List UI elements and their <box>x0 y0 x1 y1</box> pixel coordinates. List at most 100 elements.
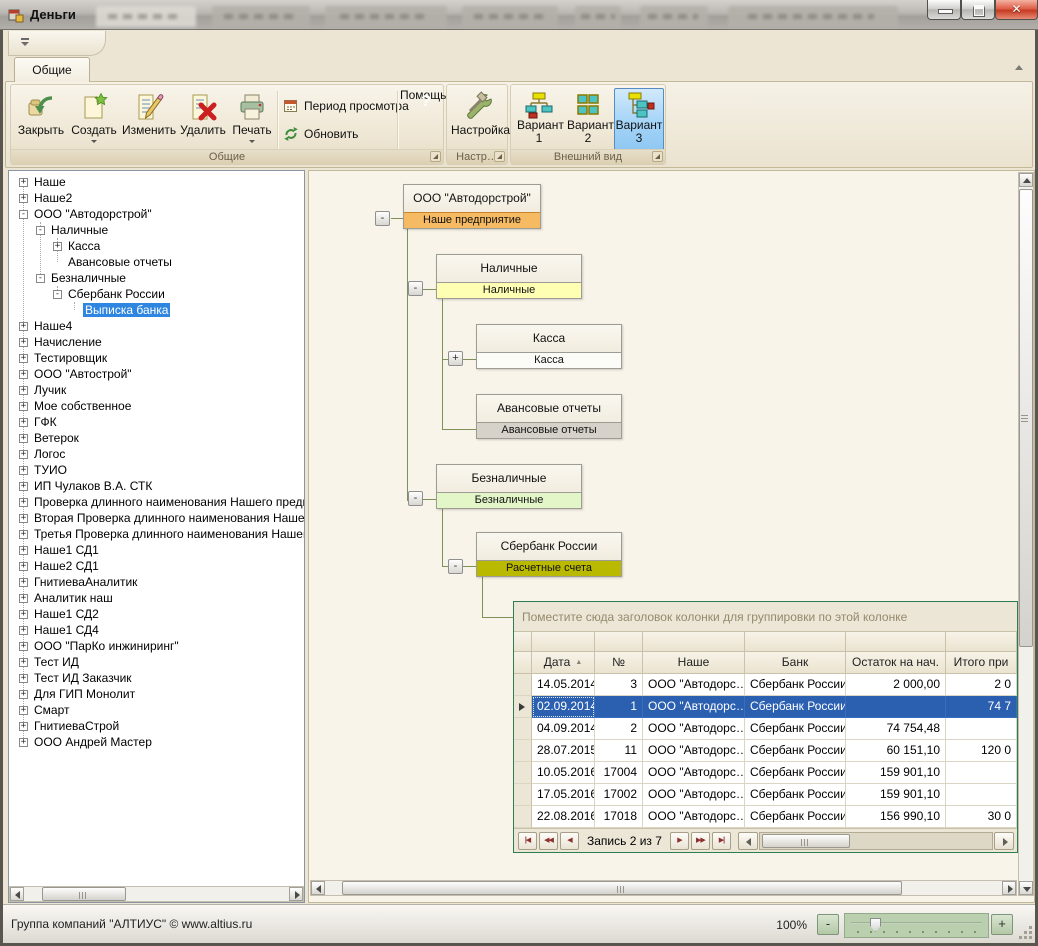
settings-button[interactable]: Настройка <box>450 88 506 150</box>
scroll-left-icon[interactable] <box>311 881 325 895</box>
grid-row[interactable]: 04.09.20142ООО "Автодорс…Сбербанк России… <box>514 718 1017 740</box>
tree-item[interactable]: -Наличные <box>9 222 110 238</box>
diagram-node-advance-reports[interactable]: Авансовые отчеты Авансовые отчеты <box>476 394 622 439</box>
node-expand-button[interactable]: + <box>448 351 463 366</box>
tree-item[interactable]: +ООО Андрей Мастер <box>9 734 154 750</box>
scroll-right-icon[interactable] <box>994 832 1014 850</box>
tree-item[interactable]: +Лучик <box>9 382 68 398</box>
tree-item[interactable]: +ГнитиеваАналитик <box>9 574 139 590</box>
scroll-right-icon[interactable] <box>289 887 303 901</box>
tree-expand-icon[interactable]: + <box>19 562 28 571</box>
column-header-bank[interactable]: Банк <box>745 652 846 674</box>
tree-expand-icon[interactable]: + <box>19 178 28 187</box>
ribbon-tab-general[interactable]: Общие <box>14 57 90 82</box>
tree-expand-icon[interactable]: + <box>19 626 28 635</box>
next-record-button[interactable]: ▶ <box>670 832 689 850</box>
tree-horizontal-scrollbar[interactable] <box>9 886 304 902</box>
diagram-node-cash[interactable]: Наличные Наличные <box>436 254 582 299</box>
grid-row[interactable]: 17.05.201617002ООО "Автодорс…Сбербанк Ро… <box>514 784 1017 806</box>
diagram-node-kassa[interactable]: Касса Касса <box>476 324 622 369</box>
diagram-node-sberbank[interactable]: Сбербанк России Расчетные счета <box>476 532 622 577</box>
tree-expand-icon[interactable]: + <box>19 370 28 379</box>
restore-button[interactable] <box>961 0 995 20</box>
tree-item[interactable]: +Начисление <box>9 334 104 350</box>
node-collapse-button[interactable]: - <box>408 491 423 506</box>
tree-item[interactable]: +Тест ИД <box>9 654 81 670</box>
scroll-up-icon[interactable] <box>1019 173 1033 187</box>
tree-item[interactable]: +Наше <box>9 174 68 190</box>
dialog-launcher-icon[interactable] <box>652 151 663 162</box>
scrollbar-thumb[interactable] <box>1019 189 1033 647</box>
tree-item[interactable]: +ТУИО <box>9 462 69 478</box>
tree-item[interactable]: +Проверка длинного наименования Нашего п… <box>9 494 305 510</box>
node-collapse-button[interactable]: - <box>448 559 463 574</box>
scrollbar-thumb[interactable] <box>342 881 902 895</box>
tree-item[interactable]: +Наше2 СД1 <box>9 558 101 574</box>
tree-item[interactable]: +ООО "ПарКо инжиниринг" <box>9 638 181 654</box>
tree-expand-icon[interactable]: + <box>19 194 28 203</box>
node-collapse-button[interactable]: - <box>375 211 390 226</box>
tree-item[interactable]: +Смарт <box>9 702 72 718</box>
resize-grip[interactable] <box>1018 925 1032 939</box>
tree-expand-icon[interactable]: + <box>19 658 28 667</box>
zoom-slider-thumb[interactable] <box>870 918 881 932</box>
print-button[interactable]: Печать <box>229 88 275 150</box>
tree-expand-icon[interactable]: + <box>19 674 28 683</box>
tree-expand-icon[interactable]: - <box>36 226 45 235</box>
tree-item[interactable]: +ООО "Автострой" <box>9 366 134 382</box>
tree-item[interactable]: +ИП Чулаков В.А. СТК <box>9 478 154 494</box>
scroll-down-icon[interactable] <box>1019 881 1033 895</box>
tree-expand-icon[interactable]: + <box>19 386 28 395</box>
tree-expand-icon[interactable]: - <box>53 290 62 299</box>
tree-expand-icon[interactable]: + <box>19 642 28 651</box>
background-tab[interactable] <box>728 6 898 27</box>
help-button[interactable]: Помощь <box>399 88 443 150</box>
tree-expand-icon[interactable]: + <box>19 530 28 539</box>
tree-expand-icon[interactable]: + <box>19 610 28 619</box>
grid-row-selected[interactable]: 02.09.20141ООО "Автодорс…Сбербанк России… <box>514 696 1017 718</box>
tree-item-selected[interactable]: Выписка банка <box>9 302 170 318</box>
create-button[interactable]: Создать <box>69 88 119 150</box>
refresh-button[interactable]: Обновить <box>283 123 358 145</box>
tree-expand-icon[interactable]: + <box>19 322 28 331</box>
background-tab[interactable] <box>325 6 447 27</box>
tree-item[interactable]: +Аналитик наш <box>9 590 115 606</box>
tree-expand-icon[interactable]: + <box>19 738 28 747</box>
scrollbar-thumb[interactable] <box>42 887 126 901</box>
tree-item[interactable]: +Мое собственное <box>9 398 133 414</box>
tree-item[interactable]: +Тестировщик <box>9 350 109 366</box>
variant-2-button[interactable]: Вариант 2 <box>566 88 610 150</box>
tree-item[interactable]: +Третья Проверка длинного наименования Н… <box>9 526 305 542</box>
tree-item[interactable]: +Вторая Проверка длинного наименования Н… <box>9 510 305 526</box>
minimize-button[interactable] <box>927 0 961 20</box>
tree-item[interactable]: +ГнитиеваСтрой <box>9 718 121 734</box>
zoom-in-button[interactable]: + <box>991 914 1013 935</box>
tree-item[interactable]: Авансовые отчеты <box>9 254 174 270</box>
tree-expand-icon[interactable]: + <box>19 578 28 587</box>
qat-customize-chevron-icon[interactable] <box>20 38 30 49</box>
close-button[interactable]: Закрыть <box>15 88 67 150</box>
tree-expand-icon[interactable]: - <box>36 274 45 283</box>
dialog-launcher-icon[interactable] <box>494 151 505 162</box>
background-tab[interactable] <box>96 6 196 27</box>
tree-expand-icon[interactable]: + <box>19 722 28 731</box>
tree-item[interactable]: +Касса <box>9 238 102 254</box>
edit-button[interactable]: Изменить <box>121 88 177 150</box>
tree-expand-icon[interactable]: + <box>19 706 28 715</box>
tree-expand-icon[interactable]: + <box>19 466 28 475</box>
group-by-panel[interactable]: Поместите сюда заголовок колонки для гру… <box>514 602 1017 632</box>
node-collapse-button[interactable]: - <box>408 281 423 296</box>
tree-item[interactable]: +Наше1 СД1 <box>9 542 101 558</box>
tree-expand-icon[interactable]: + <box>19 482 28 491</box>
grid-row[interactable]: 10.05.201617004ООО "Автодорс…Сбербанк Ро… <box>514 762 1017 784</box>
tree-expand-icon[interactable]: + <box>19 546 28 555</box>
tree-item[interactable]: +Наше1 СД4 <box>9 622 101 638</box>
next-page-button[interactable]: ▶▶ <box>691 832 710 850</box>
grid-horizontal-scrollbar[interactable] <box>738 832 1014 850</box>
tree-item[interactable]: +Наше1 СД2 <box>9 606 101 622</box>
tree-item[interactable]: +Логос <box>9 446 67 462</box>
dialog-launcher-icon[interactable] <box>430 151 441 162</box>
close-window-button[interactable] <box>995 0 1038 20</box>
tree-expand-icon[interactable]: + <box>19 514 28 523</box>
tree-item[interactable]: -Безналичные <box>9 270 128 286</box>
